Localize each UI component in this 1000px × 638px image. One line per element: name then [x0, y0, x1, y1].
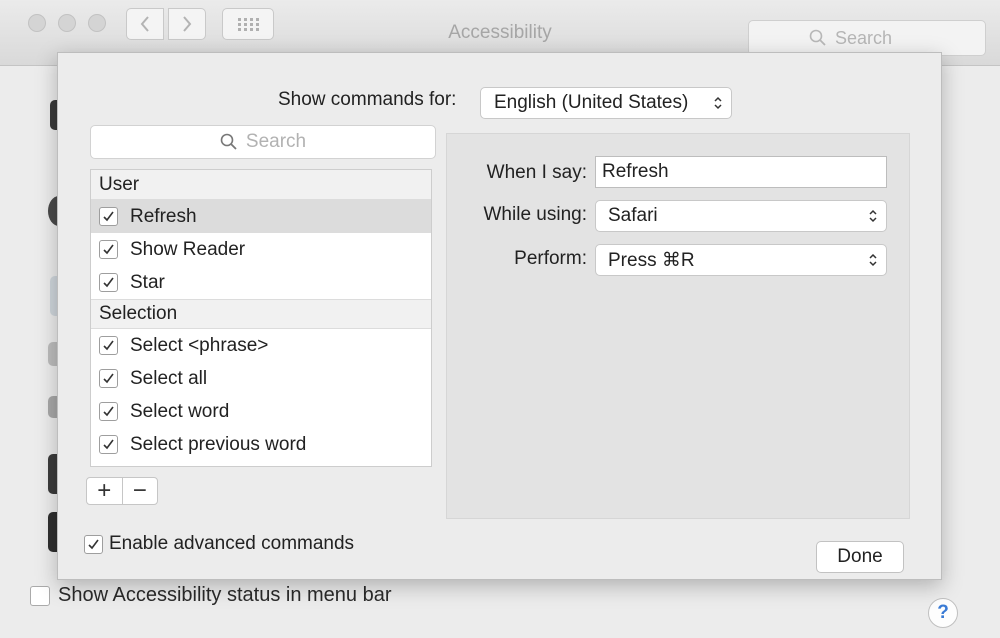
advanced-commands-label: Enable advanced commands [109, 533, 355, 554]
command-detail-panel: When I say: Refresh While using: Safari … [446, 133, 910, 519]
list-item[interactable]: Select previous word [91, 428, 431, 461]
perform-label: Perform: [514, 248, 587, 269]
search-icon [220, 133, 237, 150]
checkmark-icon [103, 373, 114, 384]
command-checkbox[interactable] [99, 336, 118, 355]
checkmark-icon [103, 277, 114, 288]
checkmark-icon [103, 244, 114, 255]
list-item[interactable]: Refresh [91, 200, 431, 233]
command-list[interactable]: User Refresh Show Reader Star Selection … [90, 169, 432, 467]
while-using-label: While using: [483, 204, 588, 225]
command-search-placeholder: Search [245, 131, 307, 152]
list-item[interactable]: Star [91, 266, 431, 299]
list-item[interactable]: Select <phrase> [91, 329, 431, 362]
when-i-say-field[interactable]: Refresh [595, 156, 887, 188]
updown-chevron-icon [869, 209, 877, 223]
while-using-popup[interactable]: Safari [595, 200, 887, 232]
language-label: Show commands for: [278, 89, 457, 110]
status-menu-bar-label: Show Accessibility status in menu bar [58, 584, 392, 606]
command-label: Select <phrase> [130, 334, 269, 356]
when-i-say-value: Refresh [602, 161, 669, 182]
command-checkbox[interactable] [99, 369, 118, 388]
perform-popup[interactable]: Press ⌘R [595, 244, 887, 276]
command-label: Select previous word [130, 433, 307, 455]
command-label: Refresh [130, 205, 197, 227]
command-checkbox[interactable] [99, 435, 118, 454]
checkmark-icon [103, 340, 114, 351]
done-button[interactable]: Done [816, 541, 904, 573]
checkmark-icon [103, 406, 114, 417]
dictation-commands-sheet: Show commands for: English (United State… [57, 52, 942, 580]
advanced-commands-checkbox[interactable] [84, 534, 103, 554]
remove-command-button[interactable]: − [121, 478, 158, 504]
command-checkbox[interactable] [99, 207, 118, 226]
command-label: Select all [130, 367, 208, 389]
group-header-selection: Selection [91, 299, 431, 329]
checkmark-icon [103, 211, 114, 222]
list-item[interactable]: Select all [91, 362, 431, 395]
window-search-placeholder: Search [835, 27, 893, 48]
help-button[interactable]: ? [928, 598, 958, 628]
search-icon [809, 29, 826, 46]
checkmark-icon [88, 539, 99, 549]
command-checkbox[interactable] [99, 402, 118, 421]
updown-chevron-icon [714, 96, 722, 110]
advanced-commands-option[interactable]: Enable advanced commands [84, 533, 354, 555]
group-header-user: User [91, 170, 431, 200]
command-search-input[interactable]: Search [90, 125, 436, 159]
list-item[interactable]: Show Reader [91, 233, 431, 266]
status-menu-bar-checkbox[interactable] [30, 585, 50, 606]
status-menu-bar-option[interactable]: Show Accessibility status in menu bar [30, 584, 392, 607]
checkmark-icon [103, 439, 114, 450]
list-item[interactable]: Select word [91, 395, 431, 428]
command-label: Star [130, 271, 165, 293]
language-value: English (United States) [494, 92, 689, 113]
add-remove-control: + − [86, 477, 158, 505]
command-label: Select word [130, 400, 230, 422]
add-command-button[interactable]: + [87, 478, 122, 504]
while-using-value: Safari [608, 205, 658, 226]
perform-value: Press ⌘R [608, 249, 695, 271]
when-i-say-label: When I say: [486, 162, 587, 183]
command-checkbox[interactable] [99, 240, 118, 259]
command-label: Show Reader [130, 238, 246, 260]
command-checkbox[interactable] [99, 273, 118, 292]
window-search-field[interactable]: Search [748, 20, 986, 56]
language-popup[interactable]: English (United States) [480, 87, 732, 119]
updown-chevron-icon [869, 253, 877, 267]
